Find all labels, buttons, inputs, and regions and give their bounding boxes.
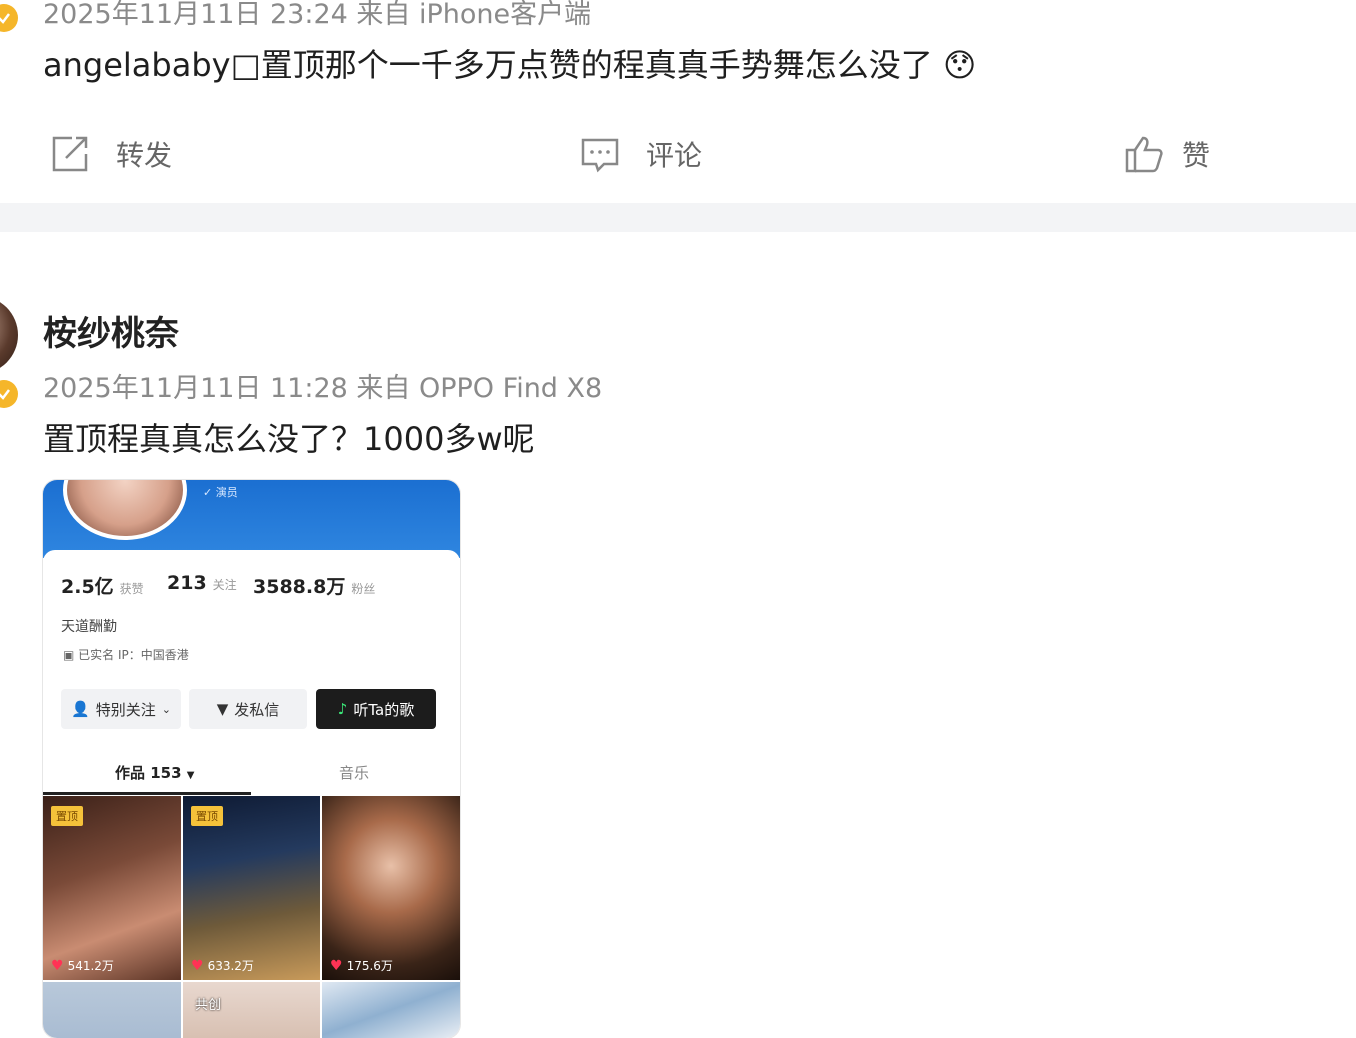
profile-badge: ✓ 演员	[203, 486, 238, 499]
caret-down-icon: ▼	[186, 770, 195, 781]
user-icon: 👤	[71, 700, 90, 718]
pinned-badge: 置顶	[191, 806, 223, 826]
special-follow-button[interactable]: 👤 特别关注 ⌄	[61, 689, 181, 729]
active-tab-indicator	[43, 792, 251, 795]
profile-verify-line: ▣ 已实名 IP：中国香港	[63, 648, 189, 662]
username[interactable]: 桉纱桃奈	[43, 306, 179, 355]
video-thumbnail[interactable]: ♥ 175.6万	[322, 796, 460, 980]
video-likes: ♥ 175.6万	[330, 957, 393, 974]
comment-icon	[581, 138, 619, 173]
repost-label: 转发	[116, 139, 173, 172]
video-thumbnail[interactable]: 置顶 ♥ 541.2万	[43, 796, 181, 980]
comment-label: 评论	[646, 139, 703, 172]
video-likes: ♥ 633.2万	[191, 957, 254, 974]
music-note-icon: ♪	[337, 700, 348, 718]
post-divider	[0, 203, 1356, 232]
profile-bio: 天道酬勤	[61, 619, 117, 635]
share-icon	[52, 136, 88, 172]
pinned-badge: 置顶	[51, 806, 83, 826]
stat-likes: 2.5亿 获赞	[61, 576, 144, 598]
like-button[interactable]: 赞	[1124, 134, 1210, 174]
surprised-emoji-icon: 😯	[942, 46, 977, 84]
verified-badge-icon	[0, 4, 18, 32]
post-text-content: angelababy□置顶那个一千多万点赞的程真真手势舞怎么没了	[43, 46, 933, 84]
verified-badge-icon	[0, 380, 18, 408]
heart-icon: ♥	[191, 957, 204, 974]
thumbs-up-icon	[1125, 136, 1163, 173]
post-image[interactable]: ✓ 演员 2.5亿 获赞 213 关注 3588.8万 粉丝 天道酬勤 ▣ 已实名 I…	[43, 480, 460, 1038]
post-text: angelababy□置顶那个一千多万点赞的程真真手势舞怎么没了 😯	[43, 40, 976, 86]
post-meta: 2025年11月11日 11:28 来自 OPPO Find X8	[43, 373, 603, 404]
avatar[interactable]	[0, 296, 18, 374]
stat-following: 213 关注	[167, 572, 237, 594]
heart-icon: ♥	[330, 957, 343, 974]
heart-icon: ♥	[51, 957, 64, 974]
id-card-icon: ▣	[63, 648, 79, 662]
listen-music-button[interactable]: ♪ 听Ta的歌	[316, 689, 436, 729]
video-likes: ♥ 541.2万	[51, 957, 114, 974]
co-create-label: 共创	[195, 998, 222, 1013]
video-thumbnail[interactable]	[43, 982, 181, 1038]
post-text: 置顶程真真怎么没了？1000多w呢	[43, 420, 535, 458]
stat-followers: 3588.8万 粉丝	[253, 576, 376, 598]
tab-music[interactable]: 音乐	[339, 762, 369, 783]
post-meta: 2025年11月11日 23:24 来自 iPhone客户端	[43, 0, 592, 30]
tab-works[interactable]: 作品 153 ▼	[115, 762, 194, 783]
video-thumbnail[interactable]: 共创	[183, 982, 320, 1038]
chevron-down-icon: ⌄	[161, 702, 171, 716]
video-thumbnail[interactable]: 置顶 ♥ 633.2万	[183, 796, 320, 980]
video-thumbnail[interactable]	[322, 982, 460, 1038]
send-icon: ▼	[216, 700, 229, 718]
comment-button[interactable]: 评论	[580, 134, 702, 174]
like-label: 赞	[1182, 139, 1211, 172]
message-button[interactable]: ▼ 发私信	[189, 689, 307, 729]
repost-button[interactable]: 转发	[48, 134, 172, 174]
